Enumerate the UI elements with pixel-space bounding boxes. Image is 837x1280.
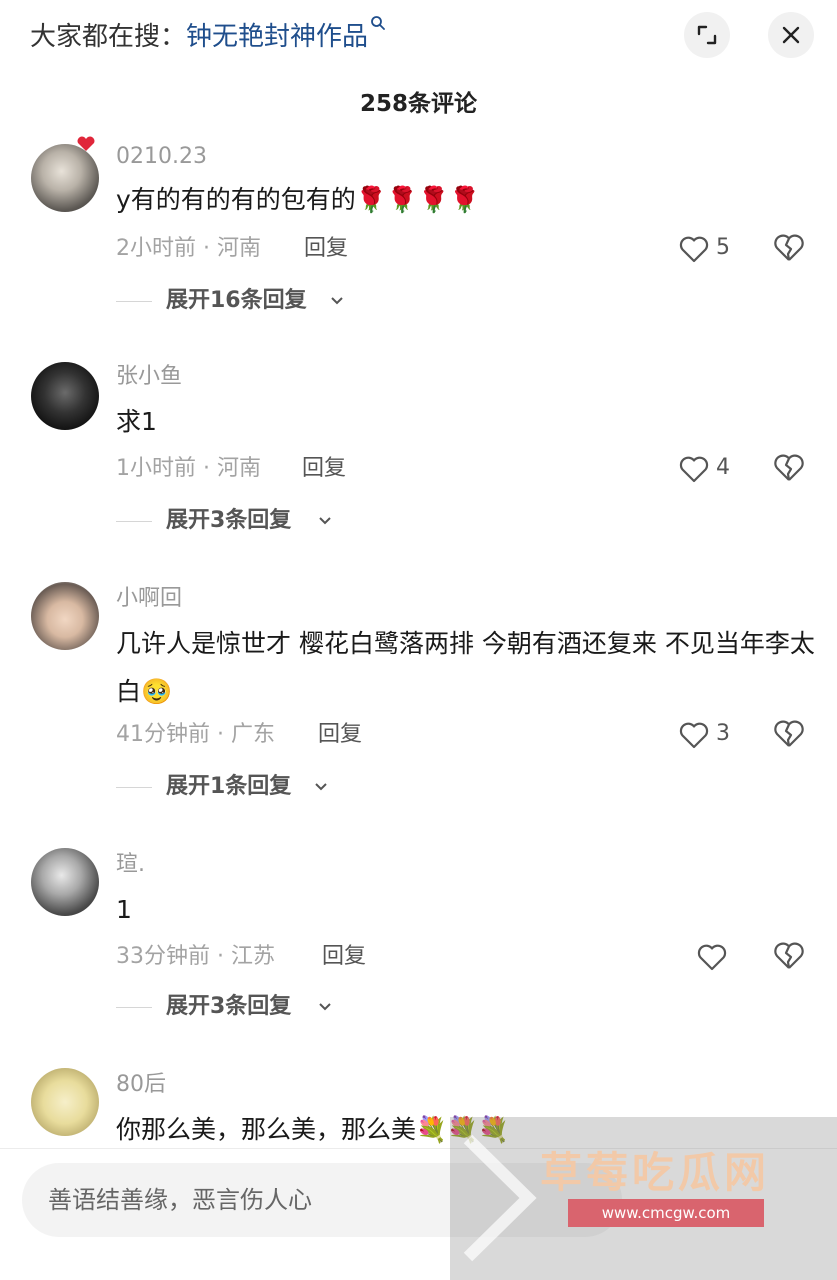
watermark-arrow-icon: [463, 1134, 537, 1262]
chevron-down-icon: [315, 783, 327, 791]
top-bar: 大家都在搜：钟无艳封神作品: [0, 0, 837, 72]
watermark-title: 草莓吃瓜网: [540, 1148, 771, 1197]
search-suggestion-prefix: 大家都在搜：: [30, 22, 187, 52]
comment-text: y有的有的有的包有的🌹🌹🌹🌹: [116, 185, 481, 214]
comment-item: 瑄. 1 33分钟前 · 江苏 回复 展开3条回复: [0, 848, 837, 1028]
comment-username[interactable]: 80后: [116, 1070, 166, 1100]
comment-username[interactable]: 瑄.: [116, 850, 145, 880]
avatar[interactable]: [31, 144, 99, 212]
comment-item: 张小鱼 求1 1小时前 · 河南 回复 4 展开3条回复: [0, 362, 837, 542]
heart-icon: [679, 456, 709, 483]
avatar[interactable]: [31, 362, 99, 430]
like-count: 5: [716, 235, 730, 260]
like-button[interactable]: 4: [678, 452, 744, 486]
chevron-down-icon: [319, 1003, 331, 1011]
divider-line: [116, 1007, 152, 1008]
chevron-down-icon: [319, 517, 331, 525]
reply-button[interactable]: 回复: [302, 454, 346, 484]
heart-icon: [697, 944, 727, 971]
broken-heart-icon: [774, 454, 804, 481]
expand-replies-button[interactable]: 展开16条回复: [116, 286, 356, 316]
reply-button[interactable]: 回复: [318, 720, 362, 750]
dislike-button[interactable]: [772, 232, 806, 266]
comment-username[interactable]: 小啊回: [116, 584, 182, 614]
heart-icon: [679, 236, 709, 263]
divider-line: [116, 787, 152, 788]
watermark-url: www.cmcgw.com: [568, 1199, 764, 1227]
like-button[interactable]: 3: [678, 718, 744, 752]
comment-meta: 33分钟前 · 江苏: [116, 944, 275, 969]
avatar[interactable]: [31, 1068, 99, 1136]
expand-replies-button[interactable]: 展开3条回复: [116, 506, 346, 536]
close-icon: [782, 26, 800, 44]
close-button[interactable]: [768, 12, 814, 58]
broken-heart-icon: [774, 720, 804, 747]
comment-meta: 2小时前 · 河南: [116, 236, 261, 261]
like-count: 4: [716, 455, 730, 480]
like-button[interactable]: [696, 940, 762, 974]
comment-meta: 1小时前 · 河南: [116, 456, 261, 481]
comment-meta: 41分钟前 · 广东: [116, 722, 275, 747]
avatar[interactable]: [31, 582, 99, 650]
like-button[interactable]: 5: [678, 232, 744, 266]
fullscreen-button[interactable]: [684, 12, 730, 58]
search-suggestion[interactable]: 大家都在搜：钟无艳封神作品: [30, 16, 386, 54]
broken-heart-icon: [774, 942, 804, 969]
expand-replies-button[interactable]: 展开3条回复: [116, 992, 346, 1022]
expand-replies-label: 展开1条回复: [166, 774, 292, 799]
reply-button[interactable]: 回复: [322, 942, 366, 972]
comment-item: 0210.23 y有的有的有的包有的🌹🌹🌹🌹 2小时前 · 河南 回复 5 展开…: [0, 136, 837, 320]
chevron-down-icon: [331, 297, 343, 305]
comment-username[interactable]: 0210.23: [116, 142, 207, 172]
comment-count-title: 258条评论: [359, 91, 477, 117]
dislike-button[interactable]: [772, 718, 806, 752]
expand-replies-label: 展开3条回复: [166, 508, 292, 533]
expand-replies-label: 展开16条回复: [166, 288, 307, 313]
reply-button[interactable]: 回复: [304, 234, 348, 264]
broken-heart-icon: [774, 234, 804, 261]
heart-badge-icon: [77, 136, 95, 151]
heart-icon: [679, 722, 709, 749]
comment-text: 几许人是惊世才 樱花白鹭落两排 今朝有酒还复来 不见当年李太白🥹: [116, 629, 815, 706]
expand-replies-label: 展开3条回复: [166, 994, 292, 1019]
search-suggestion-keyword[interactable]: 钟无艳封神作品: [186, 22, 368, 52]
comment-text: 求1: [116, 407, 157, 436]
comment-username[interactable]: 张小鱼: [116, 362, 182, 392]
comment-item: 小啊回 几许人是惊世才 樱花白鹭落两排 今朝有酒还复来 不见当年李太白🥹 41分…: [0, 582, 837, 802]
like-count: 3: [716, 721, 730, 746]
fullscreen-icon: [697, 25, 717, 45]
dislike-button[interactable]: [772, 452, 806, 486]
search-icon: [371, 16, 385, 30]
comment-text: 1: [116, 895, 132, 924]
dislike-button[interactable]: [772, 940, 806, 974]
expand-replies-button[interactable]: 展开1条回复: [116, 772, 336, 802]
divider-line: [116, 301, 152, 302]
divider-line: [116, 521, 152, 522]
watermark: 草莓吃瓜网 www.cmcgw.com: [450, 1117, 837, 1280]
avatar[interactable]: [31, 848, 99, 916]
